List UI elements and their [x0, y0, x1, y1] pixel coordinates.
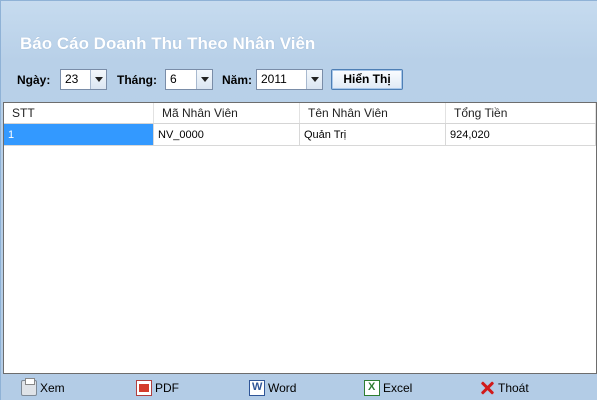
view-label: Xem [40, 381, 65, 395]
excel-button[interactable]: Excel [364, 378, 412, 398]
word-label: Word [268, 381, 297, 395]
chevron-down-icon[interactable] [306, 70, 322, 89]
word-button[interactable]: Word [249, 378, 296, 398]
exit-label: Thoát [498, 381, 529, 395]
excel-label: Excel [383, 381, 413, 395]
cell-employee-id[interactable]: NV_0000 [154, 124, 300, 146]
column-header-employee-name[interactable]: Tên Nhân Viên [300, 103, 446, 123]
show-button[interactable]: Hiển Thị [331, 69, 403, 90]
column-header-stt[interactable]: STT [4, 103, 154, 123]
report-window: Báo Cáo Doanh Thu Theo Nhân Viên Ngày: 2… [0, 0, 597, 400]
column-header-total[interactable]: Tổng Tiền [446, 103, 596, 123]
column-header-employee-id[interactable]: Mã Nhân Viên [154, 103, 300, 123]
month-value: 6 [170, 72, 177, 86]
printer-icon [21, 378, 37, 396]
year-value: 2011 [261, 72, 287, 86]
year-select[interactable]: 2011 [256, 69, 323, 90]
exit-button[interactable]: Thoát [479, 378, 529, 398]
day-select[interactable]: 23 [60, 69, 107, 90]
report-grid[interactable]: STT Mã Nhân Viên Tên Nhân Viên Tổng Tiền… [3, 102, 597, 374]
month-label: Tháng: [117, 73, 157, 87]
grid-header: STT Mã Nhân Viên Tên Nhân Viên Tổng Tiền [4, 103, 596, 124]
cell-stt[interactable]: 1 [4, 124, 154, 146]
table-row[interactable]: 1 NV_0000 Quản Trị 924,020 [4, 124, 596, 146]
cell-employee-name[interactable]: Quản Trị [300, 124, 446, 146]
chevron-down-icon[interactable] [196, 70, 212, 89]
pdf-button[interactable]: PDF [136, 378, 179, 398]
pdf-label: PDF [155, 381, 179, 395]
view-button[interactable]: Xem [21, 378, 65, 398]
month-select[interactable]: 6 [165, 69, 213, 90]
year-label: Năm: [222, 73, 253, 87]
day-value: 23 [65, 72, 79, 86]
bottom-toolbar: Xem PDF Word Excel Thoát [1, 376, 597, 400]
close-icon [479, 380, 495, 396]
word-icon [249, 380, 265, 396]
page-title: Báo Cáo Doanh Thu Theo Nhân Viên [20, 34, 316, 53]
day-label: Ngày: [17, 73, 51, 87]
excel-icon [364, 380, 380, 396]
pdf-icon [136, 380, 152, 396]
chevron-down-icon[interactable] [90, 70, 106, 89]
cell-total[interactable]: 924,020 [446, 124, 596, 146]
